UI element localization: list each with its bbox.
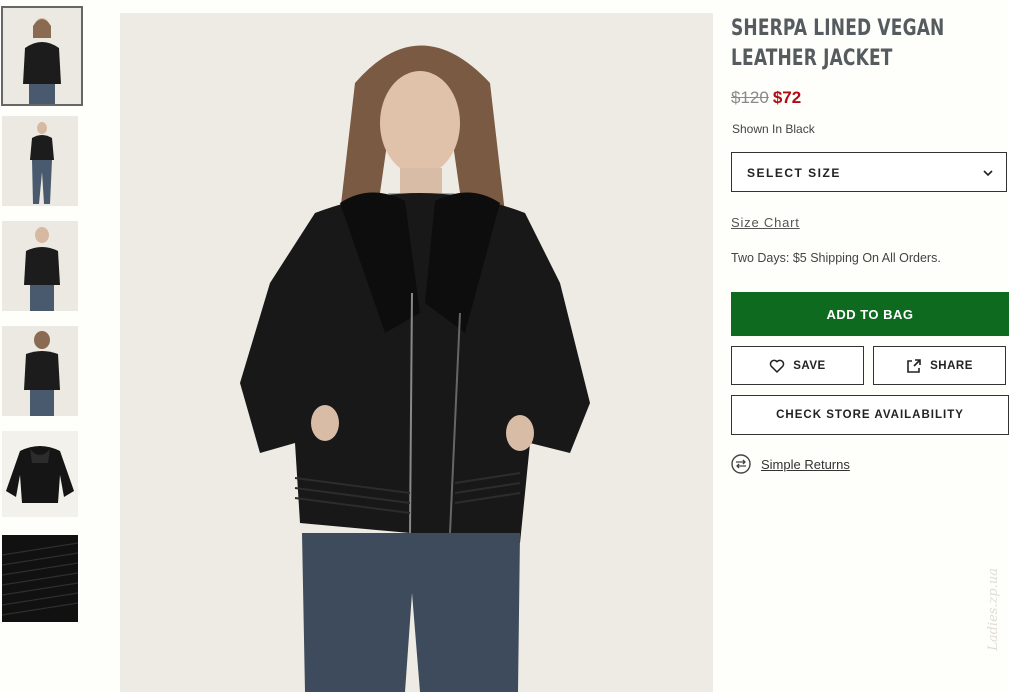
product-title: SHERPA LINED VEGAN LEATHER JACKET (731, 16, 945, 71)
thumbnail-2[interactable] (2, 116, 78, 206)
original-price: $120 (731, 88, 769, 107)
save-button[interactable]: SAVE (731, 346, 864, 385)
heart-icon (769, 358, 785, 374)
thumbnail-5[interactable] (2, 431, 78, 517)
sale-price: $72 (772, 88, 802, 107)
thumbnail-3[interactable] (2, 221, 78, 311)
check-store-availability-button[interactable]: CHECK STORE AVAILABILITY (731, 395, 1009, 435)
main-product-image (120, 13, 713, 692)
thumbnail-6[interactable] (2, 535, 78, 622)
thumbnail-4[interactable] (2, 326, 78, 416)
save-label: SAVE (793, 359, 826, 372)
size-chart-link[interactable]: Size Chart (731, 215, 800, 230)
share-button[interactable]: SHARE (873, 346, 1006, 385)
shown-in-color: Shown In Black (732, 122, 815, 136)
size-select[interactable]: SELECT SIZE (731, 152, 1007, 192)
simple-returns-link[interactable]: Simple Returns (731, 454, 850, 474)
returns-icon (731, 454, 751, 474)
shipping-note: Two Days: $5 Shipping On All Orders. (731, 251, 941, 265)
size-select-label: SELECT SIZE (747, 166, 841, 180)
share-icon (906, 358, 922, 374)
watermark: Ladies.zp.ua (986, 568, 1001, 651)
thumbnail-1[interactable] (1, 6, 83, 106)
add-to-bag-button[interactable]: ADD TO BAG (731, 292, 1009, 336)
simple-returns-label: Simple Returns (761, 456, 850, 472)
share-label: SHARE (930, 359, 973, 372)
chevron-down-icon (982, 166, 994, 178)
product-info: SHERPA LINED VEGAN LEATHER JACKET $120 $7… (731, 14, 1009, 474)
price: $120 $72 (731, 88, 801, 108)
